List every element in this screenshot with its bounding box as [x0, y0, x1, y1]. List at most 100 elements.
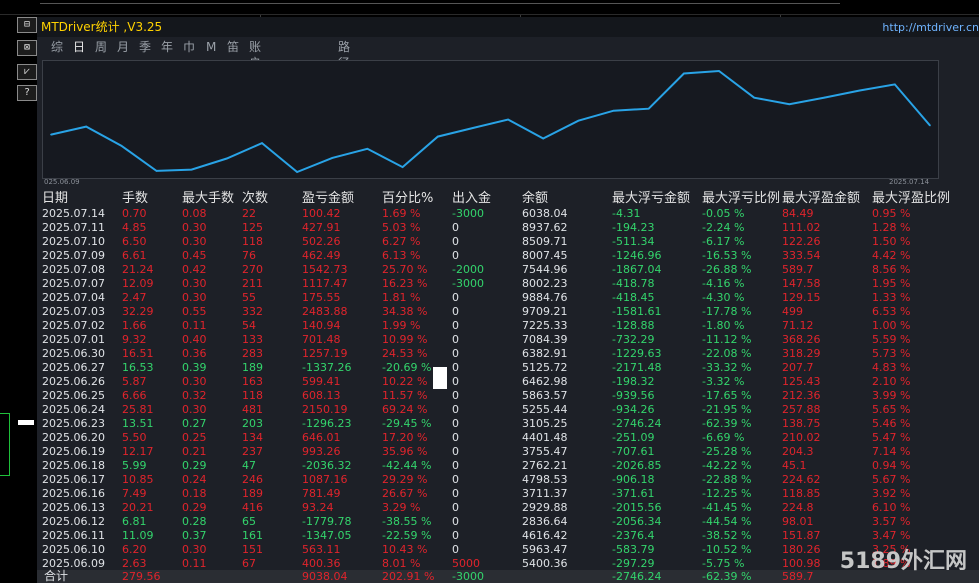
row-max-lots: 0.29 [182, 501, 207, 514]
table-row: 2025.06.09 2.63 0.11 67 400.36 8.01 % 5000 5400… [37, 557, 979, 571]
row-max-float-profit: 129.15 [782, 291, 821, 304]
tab-m[interactable]: M [206, 39, 216, 55]
tab-quarter[interactable]: 季 [139, 39, 151, 55]
balance-point-2025.06.11 [120, 144, 123, 147]
tab-currency[interactable]: 巾 [183, 39, 195, 55]
row-max-float-profit: 122.26 [782, 235, 821, 248]
row-lots: 10.85 [122, 473, 154, 486]
row-balance: 8007.45 [522, 249, 568, 262]
row-max-lots: 0.42 [182, 263, 207, 276]
total-label: 合计 [44, 569, 69, 583]
total-lots: 279.56 [122, 570, 161, 583]
tab-flute[interactable]: 笛 [227, 39, 239, 55]
col-header-percent: 百分比% [382, 191, 434, 206]
row-lots: 5.87 [122, 375, 147, 388]
row-lots: 21.24 [122, 263, 154, 276]
row-lots: 13.51 [122, 417, 154, 430]
row-date: 2025.06.16 [42, 487, 105, 500]
row-balance: 3105.25 [522, 417, 568, 430]
row-max-float-loss: -2376.4 [612, 529, 655, 542]
row-max-lots: 0.29 [182, 459, 207, 472]
row-pnl: -1296.23 [302, 417, 352, 430]
row-max-lots: 0.11 [182, 319, 207, 332]
row-pnl: 140.94 [302, 319, 341, 332]
row-max-float-profit-pct: 4.42 % [872, 249, 911, 262]
balance-point-2025.06.24 [437, 135, 439, 138]
table-row: 2025.07.07 12.09 0.30 211 1117.47 16.23 % -300… [37, 277, 979, 291]
row-max-float-profit: 368.26 [782, 333, 821, 346]
row-pnl: 701.48 [302, 333, 341, 346]
row-in-out: 0 [452, 361, 459, 374]
row-pnl: 427.91 [302, 221, 341, 234]
row-date: 2025.07.08 [42, 263, 105, 276]
row-percent: 10.43 % [382, 543, 428, 556]
row-max-float-loss-pct: -42.22 % [702, 459, 752, 472]
table-row: 2025.06.23 13.51 0.27 203 -1296.23 -29.45 % 0 3… [37, 417, 979, 431]
row-date: 2025.07.09 [42, 249, 105, 262]
row-in-out: 0 [452, 403, 459, 416]
tab-year[interactable]: 年 [161, 39, 173, 55]
row-in-out: 0 [452, 459, 459, 472]
row-max-float-loss-pct: -4.30 % [702, 291, 745, 304]
row-max-float-loss: -511.34 [612, 235, 655, 248]
row-max-float-loss-pct: -41.45 % [702, 501, 752, 514]
tab-summary[interactable]: 综 [51, 39, 63, 55]
balance-series-line [50, 69, 931, 174]
row-balance: 5863.57 [522, 389, 568, 402]
row-max-float-loss-pct: -0.05 % [702, 207, 745, 220]
row-percent: 69.24 % [382, 403, 428, 416]
row-count: 237 [242, 445, 263, 458]
row-count: 189 [242, 361, 263, 374]
chart-object-marker [18, 420, 34, 425]
row-max-lots: 0.28 [182, 515, 207, 528]
close-button[interactable]: ⊠ [17, 40, 37, 56]
row-max-float-profit-pct: 2.10 % [872, 375, 911, 388]
row-date: 2025.06.18 [42, 459, 105, 472]
row-count: 76 [242, 249, 256, 262]
row-balance: 5125.72 [522, 361, 568, 374]
row-lots: 6.66 [122, 389, 147, 402]
row-max-float-loss: -418.45 [612, 291, 655, 304]
row-max-float-profit: 118.85 [782, 487, 821, 500]
row-max-lots: 0.30 [182, 403, 207, 416]
row-max-float-profit: 207.7 [782, 361, 814, 374]
collapse-button[interactable]: ⊟ [17, 17, 37, 33]
row-percent: 11.57 % [382, 389, 428, 402]
table-row: 2025.06.17 10.85 0.24 246 1087.16 29.29 % 0 479… [37, 473, 979, 487]
balance-point-2025.06.19 [331, 157, 334, 159]
row-pnl: 2483.88 [302, 305, 348, 318]
table-row: 2025.06.27 16.53 0.39 189 -1337.26 -20.69 % 0 5… [37, 361, 979, 375]
row-lots: 9.32 [122, 333, 147, 346]
help-button[interactable]: ? [17, 85, 37, 101]
row-percent: 1.69 % [382, 207, 421, 220]
row-max-float-profit: 98.01 [782, 515, 814, 528]
row-balance: 2836.64 [522, 515, 568, 528]
col-header-balance: 余额 [522, 191, 549, 206]
row-in-out: 0 [452, 445, 459, 458]
row-max-lots: 0.30 [182, 277, 207, 290]
chart-toggle-button[interactable]: ⩗ [17, 64, 37, 80]
top-toolbar [0, 0, 979, 15]
row-in-out: 0 [452, 221, 459, 234]
window-title: MTDriver统计 ,V3.25 [41, 20, 163, 34]
tab-week[interactable]: 周 [95, 39, 107, 55]
website-link[interactable]: http://mtdriver.cn [882, 21, 979, 35]
row-lots: 6.50 [122, 235, 147, 248]
row-max-lots: 0.18 [182, 487, 207, 500]
row-lots: 16.51 [122, 347, 154, 360]
row-pnl: 93.24 [302, 501, 334, 514]
table-row: 2025.06.12 6.81 0.28 65 -1779.78 -38.55 % 0 283… [37, 515, 979, 529]
tab-month[interactable]: 月 [117, 39, 129, 55]
row-percent: 10.99 % [382, 333, 428, 346]
row-max-float-loss-pct: -16.53 % [702, 249, 752, 262]
row-max-float-profit: 333.54 [782, 249, 821, 262]
row-balance: 8002.23 [522, 277, 568, 290]
chart-object-rect [0, 413, 10, 476]
cursor-highlight-block [433, 367, 447, 389]
row-percent: -42.44 % [382, 459, 432, 472]
row-max-lots: 0.45 [182, 249, 207, 262]
table-row: 2025.06.25 6.66 0.32 118 608.13 11.57 % 0 5863.… [37, 389, 979, 403]
row-pnl: 502.26 [302, 235, 341, 248]
tab-day[interactable]: 日 [73, 39, 85, 55]
table-row: 2025.06.19 12.17 0.21 237 993.26 35.96 % 0 3755… [37, 445, 979, 459]
